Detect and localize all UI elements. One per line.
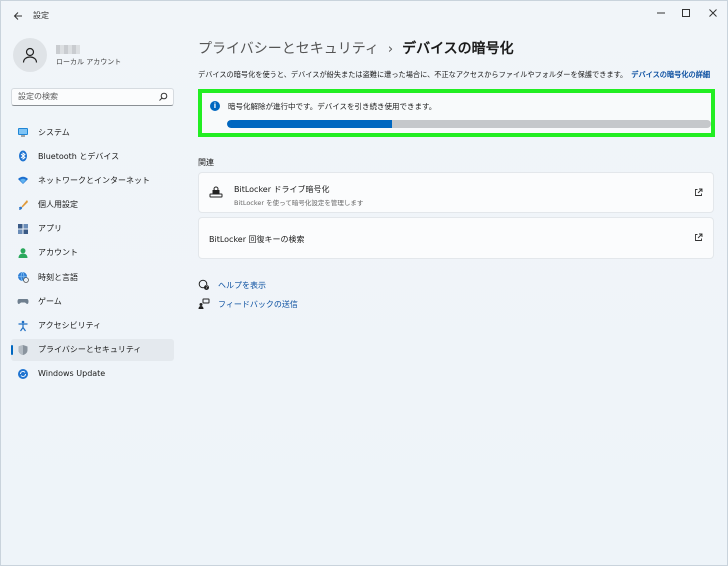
settings-window: 設定 ローカル アカウント システム Bluetoo: [0, 0, 728, 566]
brush-icon: [17, 199, 29, 211]
title-bar: 設定: [1, 1, 728, 31]
sidebar-nav: システム Bluetooth とデバイス ネットワークとインターネット 個人用設…: [11, 121, 174, 387]
user-name-redacted: [56, 45, 80, 54]
monitor-icon: [17, 126, 29, 138]
recovery-key-card[interactable]: BitLocker 回復キーの検索: [198, 217, 714, 259]
sidebar-item-label: プライバシーとセキュリティ: [38, 345, 142, 355]
globe-clock-icon: [17, 271, 29, 283]
progress-fill: [227, 120, 392, 128]
feedback-label: フィードバックの送信: [218, 299, 298, 309]
description-text: デバイスの暗号化を使うと、デバイスが紛失または盗難に遭った場合に、不正なアクセス…: [198, 70, 628, 79]
search-box[interactable]: [11, 88, 174, 106]
recovery-key-title: BitLocker 回復キーの検索: [209, 235, 305, 244]
minimize-icon: [657, 12, 665, 14]
maximize-icon: [682, 9, 690, 17]
bitlocker-card[interactable]: BitLocker ドライブ暗号化 BitLocker を使って暗号化設定を管理…: [198, 172, 714, 213]
breadcrumb: プライバシーとセキュリティ › デバイスの暗号化: [198, 38, 514, 58]
status-message: 暗号化解除が進行中です。デバイスを引き続き使用できます。: [228, 102, 437, 111]
sidebar-item-label: ネットワークとインターネット: [38, 175, 150, 185]
page-description: デバイスの暗号化を使うと、デバイスが紛失または盗難に遭った場合に、不正なアクセス…: [198, 70, 710, 80]
back-arrow-icon: [13, 12, 22, 20]
external-link-icon: [695, 188, 703, 196]
update-icon: [17, 368, 29, 380]
sidebar-item-label: アクセシビリティ: [38, 321, 102, 330]
drive-lock-icon: [209, 186, 223, 198]
app-title: 設定: [33, 11, 49, 20]
minimize-button[interactable]: [648, 4, 674, 22]
maximize-button[interactable]: [673, 4, 699, 22]
wifi-icon: [17, 174, 29, 186]
bitlocker-subtitle: BitLocker を使って暗号化設定を管理します: [234, 199, 364, 207]
decryption-status-card: i 暗号化解除が進行中です。デバイスを引き続き使用できます。: [198, 89, 715, 137]
sidebar-item-label: 時刻と言語: [38, 272, 78, 282]
get-help-label: ヘルプを表示: [218, 280, 266, 290]
back-button[interactable]: [9, 7, 27, 25]
sidebar-item-label: Windows Update: [38, 369, 106, 379]
svg-text:?: ?: [206, 285, 208, 290]
close-icon: [709, 9, 717, 17]
sidebar-item-label: アプリ: [38, 224, 62, 234]
related-section-title: 関連: [198, 158, 214, 167]
sidebar-item-label: システム: [38, 127, 70, 137]
sidebar-item-system[interactable]: システム: [11, 121, 174, 143]
sidebar-item-gaming[interactable]: ゲーム: [11, 290, 174, 312]
learn-more-link[interactable]: デバイスの暗号化の詳細: [631, 70, 710, 79]
breadcrumb-separator: ›: [387, 42, 394, 57]
person-icon: [22, 47, 38, 63]
get-help-link[interactable]: ? ヘルプを表示: [198, 279, 266, 291]
breadcrumb-parent[interactable]: プライバシーとセキュリティ: [198, 38, 379, 58]
feedback-link[interactable]: フィードバックの送信: [198, 298, 298, 310]
sidebar-item-label: Bluetooth とデバイス: [38, 151, 120, 161]
sidebar-item-personalization[interactable]: 個人用設定: [11, 194, 174, 216]
help-icon: ?: [198, 279, 210, 291]
sidebar-item-privacy-security[interactable]: プライバシーとセキュリティ: [11, 338, 174, 361]
account-type: ローカル アカウント: [56, 58, 122, 66]
sidebar-item-bluetooth[interactable]: Bluetooth とデバイス: [11, 145, 174, 167]
close-button[interactable]: [700, 4, 726, 22]
page-title: デバイスの暗号化: [402, 41, 514, 57]
info-icon: i: [210, 101, 220, 111]
sidebar-item-accessibility[interactable]: アクセシビリティ: [11, 315, 174, 337]
bitlocker-title: BitLocker ドライブ暗号化: [234, 185, 330, 194]
sidebar-item-label: アカウント: [38, 248, 78, 258]
sidebar-item-apps[interactable]: アプリ: [11, 218, 174, 240]
sidebar-item-accounts[interactable]: アカウント: [11, 242, 174, 264]
shield-icon: [17, 344, 29, 356]
avatar[interactable]: [13, 38, 47, 72]
person-icon: [17, 247, 29, 259]
sidebar-item-time-language[interactable]: 時刻と言語: [11, 266, 174, 288]
selection-indicator: [11, 344, 13, 355]
sidebar-item-label: 個人用設定: [38, 200, 78, 210]
external-link-icon: [695, 233, 703, 241]
sidebar-item-windows-update[interactable]: Windows Update: [11, 363, 174, 385]
feedback-icon: [198, 298, 210, 310]
search-input[interactable]: [18, 92, 158, 101]
gamepad-icon: [17, 295, 29, 307]
bluetooth-icon: [17, 150, 29, 162]
search-icon[interactable]: [158, 92, 168, 102]
sidebar-item-label: ゲーム: [38, 296, 62, 306]
sidebar-item-network[interactable]: ネットワークとインターネット: [11, 169, 174, 191]
apps-icon: [17, 223, 29, 235]
accessibility-icon: [17, 320, 29, 332]
progress-bar: [227, 120, 711, 128]
